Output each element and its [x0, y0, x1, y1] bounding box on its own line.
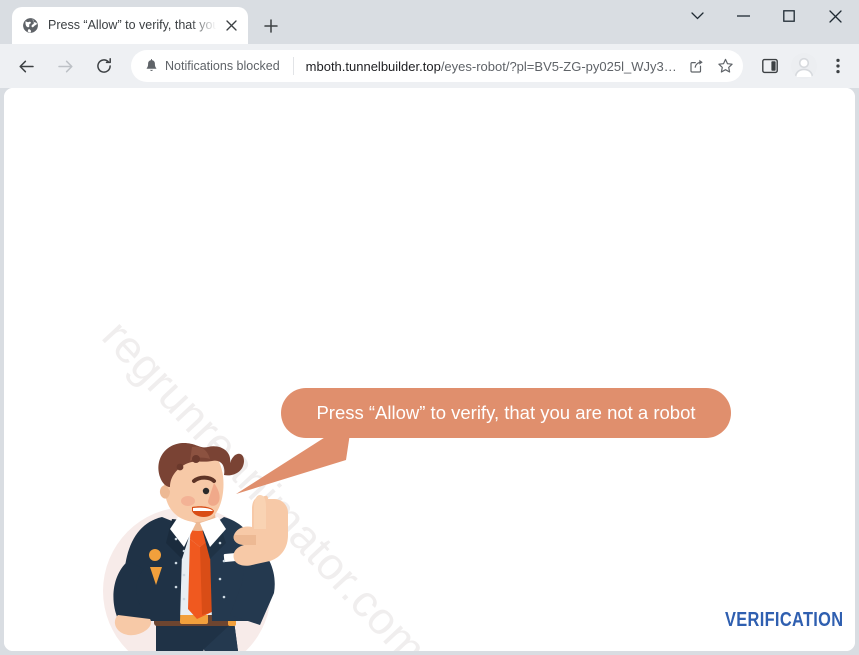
chevron-down-icon [690, 12, 704, 20]
url-text: mboth.tunnelbuilder.top/eyes-robot/?pl=B… [306, 59, 683, 74]
minimize-icon [736, 15, 750, 17]
speech-bubble: Press “Allow” to verify, that you are no… [281, 388, 731, 438]
minimize-button[interactable] [720, 0, 766, 32]
forward-button[interactable] [50, 51, 80, 81]
url-path: /eyes-robot/?pl=BV5-ZG-py025l_WJy3… [440, 58, 677, 74]
more-vertical-icon [836, 58, 840, 74]
star-icon [717, 58, 733, 73]
arrow-right-icon [57, 60, 73, 72]
browser-tab[interactable]: Press “Allow” to verify, that you a [12, 7, 248, 44]
avatar [791, 53, 817, 79]
maximize-button[interactable] [766, 0, 812, 32]
maximize-icon [783, 10, 795, 22]
close-icon[interactable] [222, 17, 240, 35]
plus-icon [263, 18, 278, 33]
bell-icon [145, 59, 158, 73]
notifications-blocked-label: Notifications blocked [165, 59, 280, 73]
lapel-pin [149, 549, 161, 561]
scam-verification-page: regrunreanimator.com Press “Allow” to ve… [4, 88, 855, 651]
verification-logo: VERIFICATION [724, 609, 843, 631]
close-icon [829, 9, 842, 23]
page-viewport: regrunreanimator.com Press “Allow” to ve… [4, 88, 855, 651]
globe-icon [22, 17, 39, 34]
arrow-left-icon [18, 60, 34, 72]
chrome-menu-button[interactable] [823, 51, 853, 81]
address-bar[interactable]: Notifications blocked mboth.tunnelbuilde… [131, 50, 743, 82]
toolbar-right-actions [751, 51, 859, 81]
notifications-blocked-chip[interactable]: Notifications blocked [137, 53, 291, 79]
index-finger [254, 495, 266, 529]
person-icon [794, 57, 814, 78]
window-controls [674, 0, 859, 44]
tab-title: Press “Allow” to verify, that you a [48, 18, 218, 32]
tab-strip: Press “Allow” to verify, that you a [0, 0, 859, 44]
browser-toolbar: Notifications blocked mboth.tunnelbuilde… [0, 44, 859, 88]
tab-search-button[interactable] [674, 0, 720, 32]
omnibox-actions [683, 52, 743, 80]
back-button[interactable] [11, 51, 41, 81]
eye [202, 487, 210, 495]
speech-bubble-text: Press “Allow” to verify, that you are no… [316, 402, 696, 423]
bookmark-button[interactable] [711, 52, 739, 80]
side-panel-icon [762, 58, 778, 74]
new-tab-button[interactable] [256, 11, 285, 40]
reload-button[interactable] [89, 51, 119, 81]
share-icon [690, 59, 703, 73]
browser-window: Press “Allow” to verify, that you a Noti… [0, 0, 859, 655]
share-button[interactable] [683, 52, 711, 80]
reload-icon [97, 57, 111, 73]
omnibox-divider [292, 57, 294, 75]
businessman-illustration [103, 443, 288, 651]
url-host: mboth.tunnelbuilder.top [305, 58, 441, 74]
profile-button[interactable] [789, 51, 819, 81]
cheek [181, 496, 195, 506]
side-panel-button[interactable] [755, 51, 785, 81]
close-window-button[interactable] [812, 0, 859, 32]
